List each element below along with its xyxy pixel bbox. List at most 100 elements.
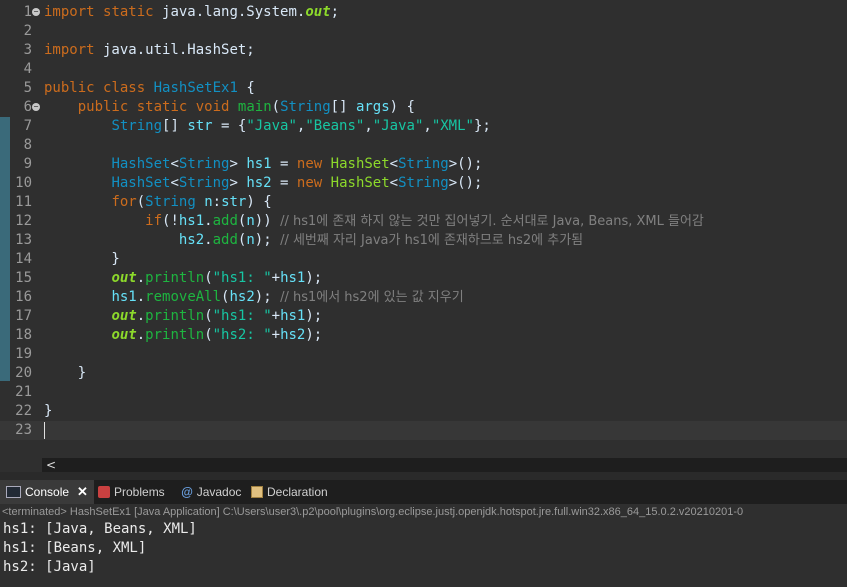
code-line[interactable]: 4 <box>0 60 847 79</box>
scroll-left-icon[interactable]: < <box>46 458 56 472</box>
code-token: "Beans" <box>305 118 365 134</box>
line-number: 13 <box>15 232 32 248</box>
code-text <box>44 421 45 440</box>
code-line[interactable]: 3 import java.util.HashSet; <box>0 41 847 60</box>
code-token: class <box>103 80 146 96</box>
code-line[interactable]: 17 out.println("hs1: "+hs1); <box>0 307 847 326</box>
code-editor[interactable]: 1− import static java.lang.System.out; 2 3 i… <box>0 0 847 458</box>
fold-toggle-icon[interactable]: − <box>32 103 40 111</box>
code-token: java.lang.System. <box>153 4 306 20</box>
code-token: ) { <box>389 99 415 115</box>
code-token: str <box>187 118 213 134</box>
line-number: 20 <box>15 365 32 381</box>
code-token: String <box>145 194 196 210</box>
code-line[interactable]: 23 <box>0 421 847 440</box>
code-token: ); <box>305 327 323 343</box>
code-line[interactable]: 5 public class HashSetEx1 { <box>0 79 847 98</box>
code-token: [] <box>162 118 188 134</box>
code-token: str <box>221 194 247 210</box>
panel-separator[interactable] <box>0 472 847 480</box>
line-number: 11 <box>15 194 32 210</box>
line-number: 21 <box>15 384 32 400</box>
tab-declaration[interactable]: Declaration <box>251 480 328 504</box>
line-number: 1 <box>23 4 32 20</box>
code-token: String <box>398 156 449 172</box>
code-token: } <box>44 251 120 267</box>
code-line[interactable]: 11 for(String n:str) { <box>0 193 847 212</box>
code-line[interactable]: 8 <box>0 136 847 155</box>
code-token: hs1 <box>280 308 306 324</box>
declaration-icon <box>251 486 263 498</box>
console-output-line: hs2: [Java] <box>3 559 96 575</box>
code-line[interactable]: 20 } <box>0 364 847 383</box>
code-token: [] <box>330 99 356 115</box>
line-number: 6 <box>23 99 32 115</box>
code-line[interactable]: 1− import static java.lang.System.out; <box>0 3 847 22</box>
code-line[interactable]: 6− public static void main(String[] args… <box>0 98 847 117</box>
tab-console[interactable]: Console ✕ <box>0 480 94 504</box>
code-token: hs2 <box>280 327 306 343</box>
tab-javadoc[interactable]: @ Javadoc <box>181 480 241 504</box>
code-token: < <box>389 156 399 172</box>
line-number: 23 <box>15 422 32 438</box>
code-token: out <box>111 327 137 343</box>
code-token: ); <box>305 270 323 286</box>
code-token: + <box>271 327 281 343</box>
code-token: }; <box>473 118 491 134</box>
code-line[interactable]: 21 <box>0 383 847 402</box>
code-token: , <box>423 118 432 134</box>
code-token: String <box>398 175 449 191</box>
code-token: "hs2: " <box>212 327 272 343</box>
code-token: out <box>305 4 331 20</box>
code-token: ( <box>204 270 213 286</box>
line-number: 4 <box>23 61 32 77</box>
code-token: } <box>44 365 87 381</box>
code-text: hs2.add(n); // 세번째 자리 Java가 hs1에 존재하므로 h… <box>44 231 583 250</box>
code-line[interactable]: 9 HashSet<String> hs1 = new HashSet<Stri… <box>0 155 847 174</box>
code-token: hs2 <box>178 232 205 248</box>
code-line[interactable]: 19 <box>0 345 847 364</box>
code-line[interactable]: 18 out.println("hs2: "+hs2); <box>0 326 847 345</box>
code-token: < <box>170 156 179 172</box>
code-text: String[] str = {"Java","Beans","Java","X… <box>44 117 491 136</box>
code-line[interactable]: 14 } <box>0 250 847 269</box>
console-output[interactable]: hs1: [Java, Beans, XML] hs1: [Beans, XML… <box>0 520 847 587</box>
code-token: > <box>229 175 247 191</box>
code-line[interactable]: 13 hs2.add(n); // 세번째 자리 Java가 hs1에 존재하므… <box>0 231 847 250</box>
code-line[interactable]: 22} <box>0 402 847 421</box>
code-text: for(String n:str) { <box>44 193 271 212</box>
tab-problems[interactable]: Problems <box>98 480 165 504</box>
code-token: . <box>136 327 146 343</box>
code-line[interactable]: 7 String[] str = {"Java","Beans","Java",… <box>0 117 847 136</box>
code-line[interactable]: 16 hs1.removeAll(hs2); // hs1에서 hs2에 있는 … <box>0 288 847 307</box>
javadoc-icon: @ <box>181 485 193 499</box>
fold-toggle-icon[interactable]: − <box>32 8 40 16</box>
code-token: out <box>111 270 137 286</box>
line-number: 16 <box>15 289 32 305</box>
gutter-bottom <box>0 458 42 472</box>
line-number: 7 <box>23 118 32 134</box>
code-line[interactable]: 15 out.println("hs1: "+hs1); <box>0 269 847 288</box>
code-area[interactable]: 1− import static java.lang.System.out; 2 3 i… <box>0 3 847 440</box>
code-token: ); <box>254 289 281 305</box>
horizontal-scrollbar[interactable]: < <box>42 458 847 472</box>
code-token: hs2 <box>246 175 272 191</box>
code-text: HashSet<String> hs1 = new HashSet<String… <box>44 155 482 174</box>
code-line[interactable]: 2 <box>0 22 847 41</box>
code-line[interactable]: 12 if(!hs1.add(n)) // hs1에 존재 하지 않는 것만 집… <box>0 212 847 231</box>
console-output-line: hs1: [Java, Beans, XML] <box>3 521 197 537</box>
code-token: , <box>364 118 373 134</box>
code-token: add <box>212 232 238 248</box>
code-token: println <box>145 308 205 324</box>
close-icon[interactable]: ✕ <box>77 480 88 504</box>
code-line[interactable]: 10 HashSet<String> hs2 = new HashSet<Str… <box>0 174 847 193</box>
